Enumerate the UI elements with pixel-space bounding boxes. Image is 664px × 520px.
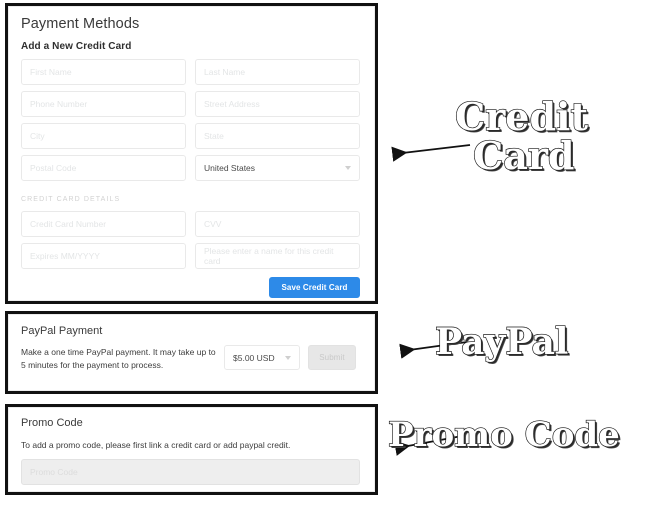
cvv-input[interactable]: CVV — [195, 211, 360, 237]
state-input[interactable]: State — [195, 123, 360, 149]
credit-card-details-label: CREDIT CARD DETAILS — [21, 196, 121, 203]
paypal-amount-value: $5.00 USD — [233, 352, 275, 363]
promo-description: To add a promo code, please first link a… — [21, 440, 291, 450]
paypal-description: Make a one time PayPal payment. It may t… — [21, 347, 216, 371]
add-credit-card-heading: Add a New Credit Card — [21, 41, 132, 52]
country-select[interactable]: United States — [195, 155, 360, 181]
paypal-title: PayPal Payment — [21, 325, 103, 337]
save-credit-card-button[interactable]: Save Credit Card — [269, 277, 360, 298]
postal-code-input[interactable]: Postal Code — [21, 155, 186, 181]
chevron-down-icon — [345, 166, 351, 170]
credit-card-panel: Payment Methods Add a New Credit Card Fi… — [8, 6, 375, 301]
phone-number-input[interactable]: Phone Number — [21, 91, 186, 117]
annotation-label-promo-code: Promo Code — [387, 415, 620, 455]
country-select-value: United States — [204, 163, 256, 173]
expiration-date-input[interactable]: Expires MM/YYYY — [21, 243, 186, 269]
paypal-amount-select[interactable]: $5.00 USD — [224, 345, 300, 370]
annotation-label-credit-card: Credit Card — [454, 96, 588, 178]
page-title: Payment Methods — [21, 16, 140, 32]
annotation-label-paypal: PayPal — [434, 321, 569, 363]
annotation-label-credit-line2: Card — [472, 132, 575, 178]
first-name-input[interactable]: First Name — [21, 59, 186, 85]
paypal-submit-button[interactable]: Submit — [308, 345, 356, 370]
promo-code-input[interactable]: Promo Code — [21, 459, 360, 485]
promo-title: Promo Code — [21, 417, 83, 429]
street-address-input[interactable]: Street Address — [195, 91, 360, 117]
paypal-panel: PayPal Payment Make a one time PayPal pa… — [8, 314, 375, 391]
credit-card-number-input[interactable]: Credit Card Number — [21, 211, 186, 237]
card-nickname-input[interactable]: Please enter a name for this credit card — [195, 243, 360, 269]
city-input[interactable]: City — [21, 123, 186, 149]
promo-code-panel: Promo Code To add a promo code, please f… — [8, 407, 375, 492]
last-name-input[interactable]: Last Name — [195, 59, 360, 85]
chevron-down-icon — [285, 355, 291, 360]
